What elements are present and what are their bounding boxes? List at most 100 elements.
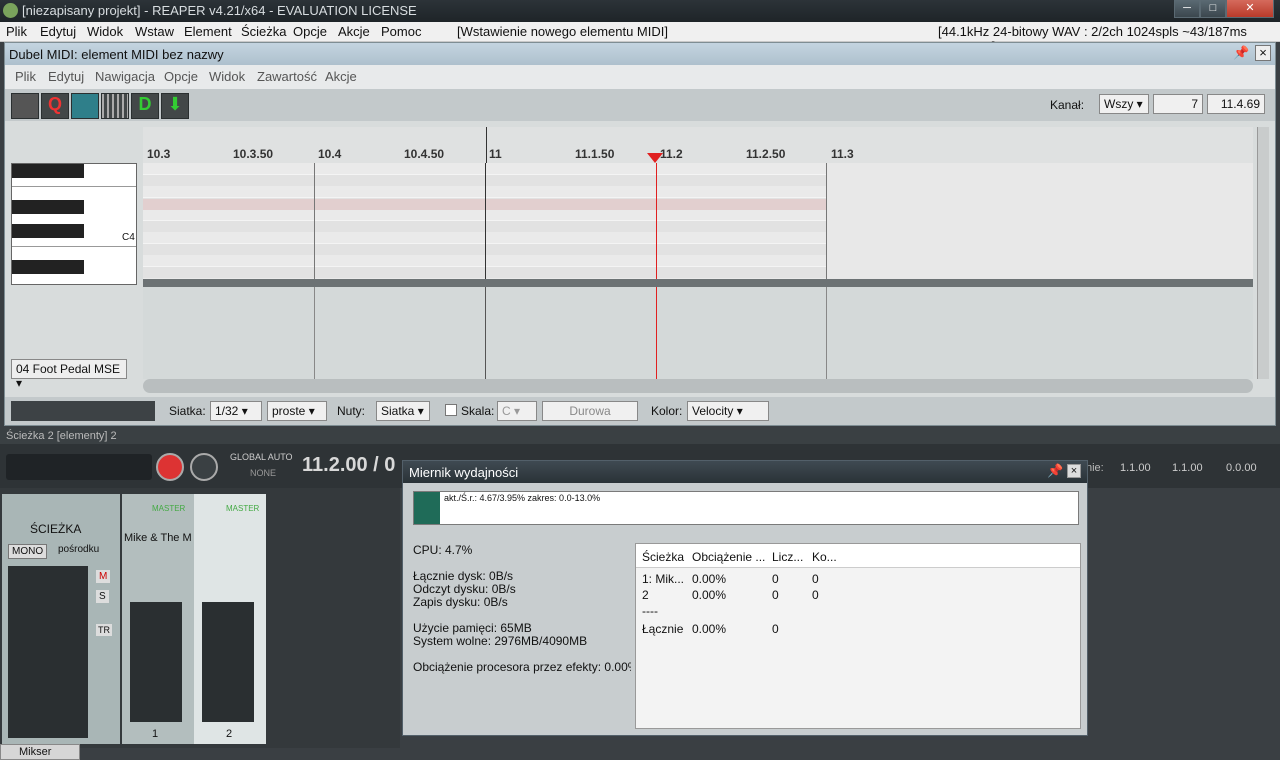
maximize-button[interactable]: □ [1200,0,1226,18]
black-key[interactable] [12,224,84,238]
note-grid[interactable] [143,163,1253,281]
midi-menu-plik[interactable]: Plik [15,69,36,84]
event-icon[interactable] [71,93,99,119]
position-field[interactable]: 11.4.69 [1207,94,1265,114]
midi-close-icon[interactable]: × [1255,45,1271,61]
track2-number: 2 [226,728,233,740]
midi-transport-buttons[interactable] [11,401,155,421]
menu-edytuj[interactable]: Edytuj [40,24,76,39]
quantize-icon[interactable]: Q [41,93,69,119]
color-select[interactable]: Velocity ▾ [687,401,769,421]
row1-track[interactable]: 1: Mik... [642,572,684,586]
transport-buttons[interactable] [6,454,152,480]
palette-icon[interactable] [11,93,39,119]
track1-number: 1 [152,728,159,740]
grid-select[interactable]: 1/32 ▾ [210,401,262,421]
lane-divider[interactable] [143,279,1253,287]
vertical-scrollbar[interactable] [1257,127,1269,379]
loop-button[interactable] [190,453,218,481]
midi-toolbar: Q D ⬇ Kanał: Wszy ▾ 7 11.4.69 [5,89,1275,121]
row2-load: 0.00% [692,588,727,602]
black-key[interactable] [12,260,84,274]
ruler-label: 11 [489,147,502,161]
black-key[interactable] [12,200,84,214]
sel-end[interactable]: 1.1.00 [1172,462,1203,474]
grid-icon[interactable] [101,93,129,119]
perf-table[interactable]: Ścieżka Obciążenie ... Licz... Ko... 1: … [635,543,1081,729]
menu-sciezka[interactable]: Ścieżka [241,24,287,39]
black-key[interactable] [12,164,84,178]
key-divider [12,186,136,187]
row2-track[interactable]: 2 [642,588,649,602]
cc-lane[interactable] [143,287,1253,379]
transport-right-label: nie: [1086,462,1104,474]
menu-pomoc[interactable]: Pomoc [381,24,421,39]
row2-ko: 0 [812,588,819,602]
value-field[interactable]: 7 [1153,94,1203,114]
timeline-ruler[interactable]: 10.3 10.3.50 10.4 10.4.50 11 11.1.50 11.… [143,127,1253,163]
ruler-label: 11.2 [660,147,683,161]
instrument-select[interactable]: 04 Foot Pedal MSE ▾ [11,359,127,390]
track1-name: Mike & The M [124,532,192,544]
menu-element[interactable]: Element [184,24,232,39]
col-ko[interactable]: Ko... [812,550,837,564]
track2-fader[interactable] [202,602,254,722]
master-mute-button[interactable]: M [96,570,111,583]
perf-close-icon[interactable]: × [1067,464,1081,478]
mono-button[interactable]: MONO [8,544,48,559]
midi-menu-opcje[interactable]: Opcje [164,69,198,84]
col-count[interactable]: Licz... [772,550,803,564]
menu-wstaw[interactable]: Wstaw [135,24,174,39]
col-track[interactable]: Ścieżka [642,550,684,564]
col-load[interactable]: Obciążenie ... [692,550,765,564]
master-tr-button[interactable]: TR [96,624,112,636]
grid-beat-line [314,163,315,281]
cpu-usage: CPU: 4.7% [413,543,473,557]
midi-menu-widok[interactable]: Widok [209,69,245,84]
menu-widok[interactable]: Widok [87,24,123,39]
master-pan-knob[interactable]: pośrodku [58,544,99,555]
midi-menu-akcje[interactable]: Akcje [325,69,357,84]
row-separator: ---- [642,604,658,618]
playhead-marker-icon[interactable] [647,153,663,163]
loop-icon[interactable]: D [131,93,159,119]
scale-key-select[interactable]: C ▾ [497,401,537,421]
track1-fader[interactable] [130,602,182,722]
transport-time: 11.2.00 / 0 [302,454,396,476]
color-label: Kolor: [651,404,683,418]
midi-menu-edytuj[interactable]: Edytuj [48,69,84,84]
record-button[interactable] [156,453,184,481]
channel-select[interactable]: Wszy ▾ [1099,94,1149,114]
grid-type-select[interactable]: proste ▾ [267,401,327,421]
perf-title: Miernik wydajności [409,465,519,480]
track2-master-label: MASTER [226,504,260,513]
pin-icon[interactable]: 📌 [1233,45,1249,61]
midi-menu-nawigacja[interactable]: Nawigacja [95,69,155,84]
sel-length[interactable]: 0.0.00 [1226,462,1257,474]
notes-label: Nuty: [337,404,366,418]
grid-type-value: proste [272,404,306,418]
key-divider [12,246,136,247]
track-status-bar: Ścieżka 2 [elementy] 2 [0,428,1280,444]
menu-opcje[interactable]: Opcje [293,24,327,39]
minimize-button[interactable]: ─ [1174,0,1200,18]
download-icon[interactable]: ⬇ [161,93,189,119]
notes-select[interactable]: Siatka ▾ [376,401,430,421]
menu-plik[interactable]: Plik [6,24,27,39]
sel-start[interactable]: 1.1.00 [1120,462,1151,474]
track-strip-1: Mike & The M MASTER 1 [122,494,194,744]
midi-menu-zawartosc[interactable]: Zawartość [257,69,317,84]
global-auto-none[interactable]: NONE [250,468,276,478]
scale-checkbox[interactable] [445,404,457,416]
ruler-label: 11.3 [831,147,854,161]
piano-keyboard[interactable]: C4 [11,163,137,285]
close-button[interactable]: ✕ [1226,0,1274,18]
disk-write: Zapis dysku: 0B/s [413,595,508,609]
horizontal-scrollbar[interactable] [143,379,1253,393]
total-count: 0 [772,622,779,636]
master-solo-button[interactable]: S [96,590,109,603]
menu-akcje[interactable]: Akcje [338,24,370,39]
mixer-tab[interactable]: Mikser [0,744,80,760]
scale-type-field[interactable]: Durowa [542,401,638,421]
perf-pin-icon[interactable]: 📌 [1047,463,1063,479]
